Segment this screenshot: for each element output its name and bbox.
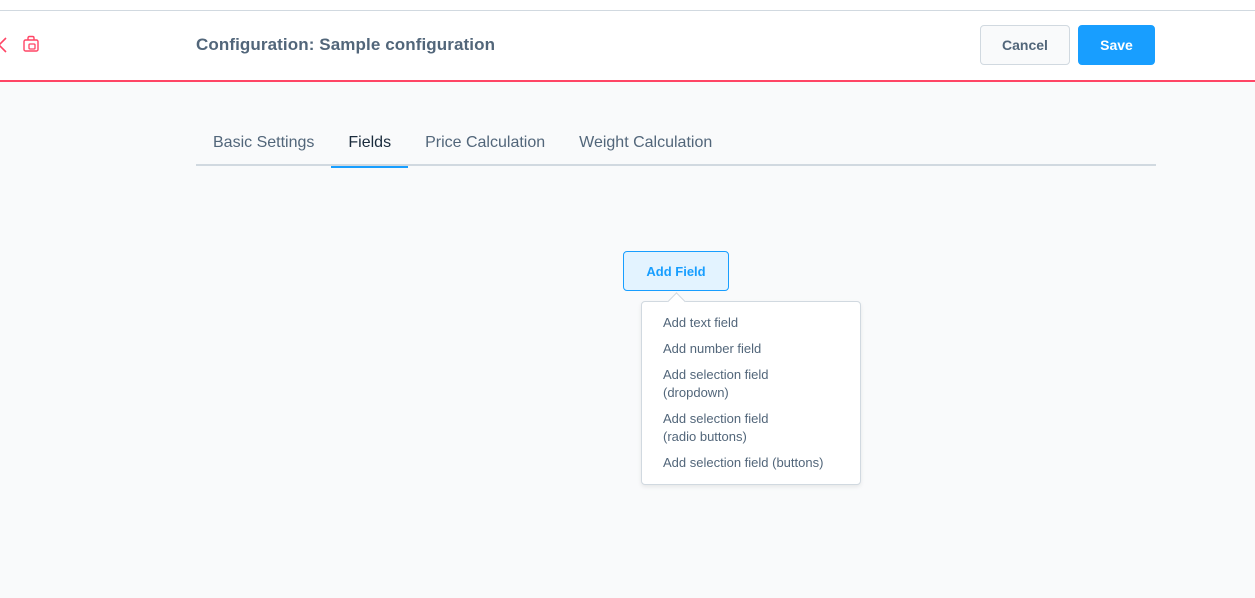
- tab-fields[interactable]: Fields: [331, 124, 408, 168]
- page-title: Configuration: Sample configuration: [196, 35, 496, 54]
- menu-item-add-selection-dropdown[interactable]: Add selection field (dropdown): [642, 366, 792, 402]
- menu-item-add-selection-radio[interactable]: Add selection field (radio buttons): [642, 410, 822, 446]
- add-field-menu: Add text field Add number field Add sele…: [641, 301, 861, 485]
- tab-weight-calculation[interactable]: Weight Calculation: [562, 124, 729, 166]
- tab-basic-settings[interactable]: Basic Settings: [196, 124, 331, 166]
- add-field-button[interactable]: Add Field: [623, 251, 729, 291]
- top-bar: [0, 0, 1255, 11]
- menu-item-add-text-field[interactable]: Add text field: [642, 314, 860, 332]
- cancel-button[interactable]: Cancel: [980, 25, 1070, 65]
- shopping-bag-icon[interactable]: [22, 35, 40, 53]
- page-header: Configuration: Sample configuration Canc…: [0, 11, 1255, 82]
- save-button[interactable]: Save: [1078, 25, 1155, 65]
- tab-price-calculation[interactable]: Price Calculation: [408, 124, 562, 166]
- tab-bar: Basic Settings Fields Price Calculation …: [196, 124, 1156, 168]
- menu-item-add-number-field[interactable]: Add number field: [642, 340, 860, 358]
- chevron-left-icon[interactable]: [0, 36, 8, 54]
- menu-item-add-selection-buttons[interactable]: Add selection field (buttons): [642, 454, 860, 472]
